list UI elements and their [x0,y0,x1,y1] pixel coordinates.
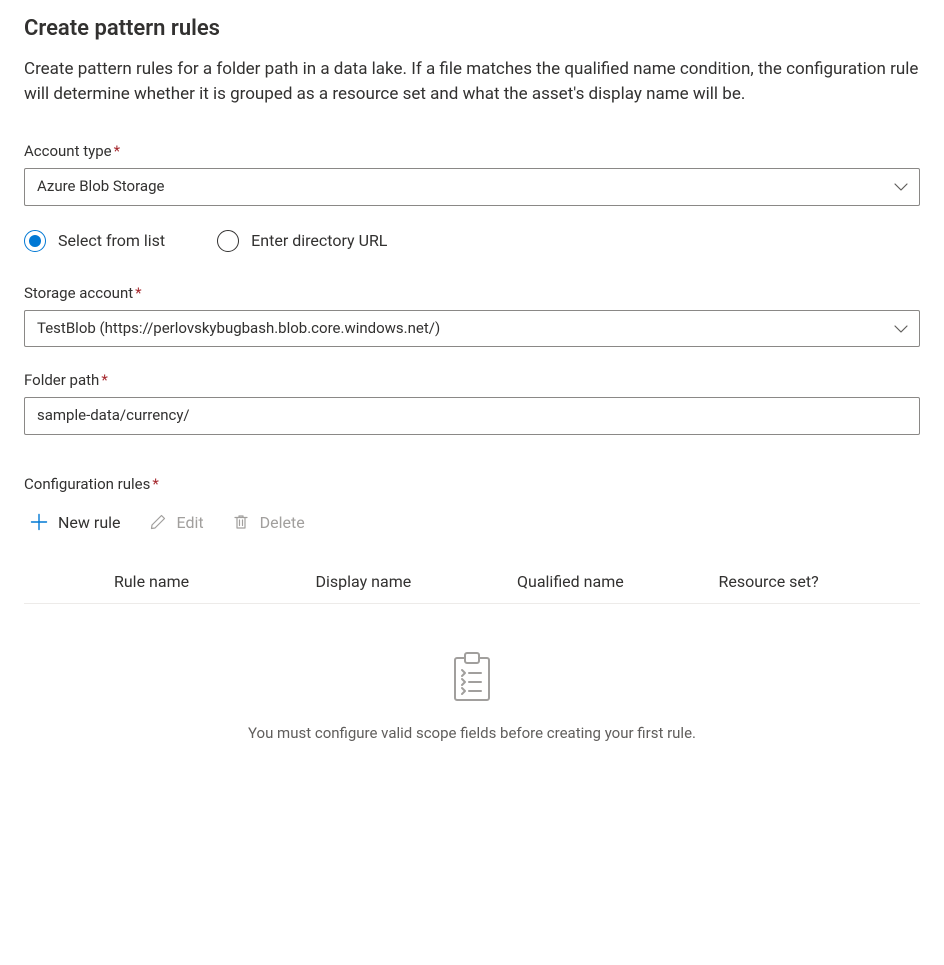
radio-label: Select from list [58,231,165,250]
required-indicator: * [152,475,158,493]
radio-icon [217,230,239,252]
page-description: Create pattern rules for a folder path i… [24,57,920,106]
storage-account-select[interactable]: TestBlob (https://perlovskybugbash.blob.… [24,310,920,348]
empty-state-message: You must configure valid scope fields be… [24,724,920,742]
required-indicator: * [135,284,141,302]
pencil-icon [149,513,167,531]
plus-icon [30,513,48,531]
page-title: Create pattern rules [24,16,920,41]
radio-select-from-list[interactable]: Select from list [24,230,165,252]
rules-table-header: Rule name Display name Qualified name Re… [24,564,920,604]
radio-icon [24,230,46,252]
account-type-label: Account type* [24,142,920,160]
column-header-qualified-name: Qualified name [517,572,719,591]
column-header-display-name: Display name [316,572,518,591]
empty-state: You must configure valid scope fields be… [24,652,920,742]
trash-icon [232,513,250,531]
required-indicator: * [114,142,120,160]
rules-toolbar: New rule Edit Delete [28,509,920,536]
folder-path-input[interactable] [24,397,920,435]
clipboard-icon [24,652,920,704]
required-indicator: * [101,371,107,389]
edit-button: Edit [147,509,206,536]
column-header-resource-set: Resource set? [719,572,921,591]
new-rule-button[interactable]: New rule [28,509,123,536]
radio-label: Enter directory URL [251,231,387,250]
radio-enter-directory-url[interactable]: Enter directory URL [217,230,387,252]
folder-path-label: Folder path* [24,371,920,389]
account-type-select[interactable]: Azure Blob Storage [24,168,920,206]
storage-account-label: Storage account* [24,284,920,302]
delete-button: Delete [230,509,307,536]
column-header-rule-name: Rule name [114,572,316,591]
configuration-rules-label: Configuration rules* [24,475,920,493]
source-mode-radio-group: Select from list Enter directory URL [24,230,920,252]
